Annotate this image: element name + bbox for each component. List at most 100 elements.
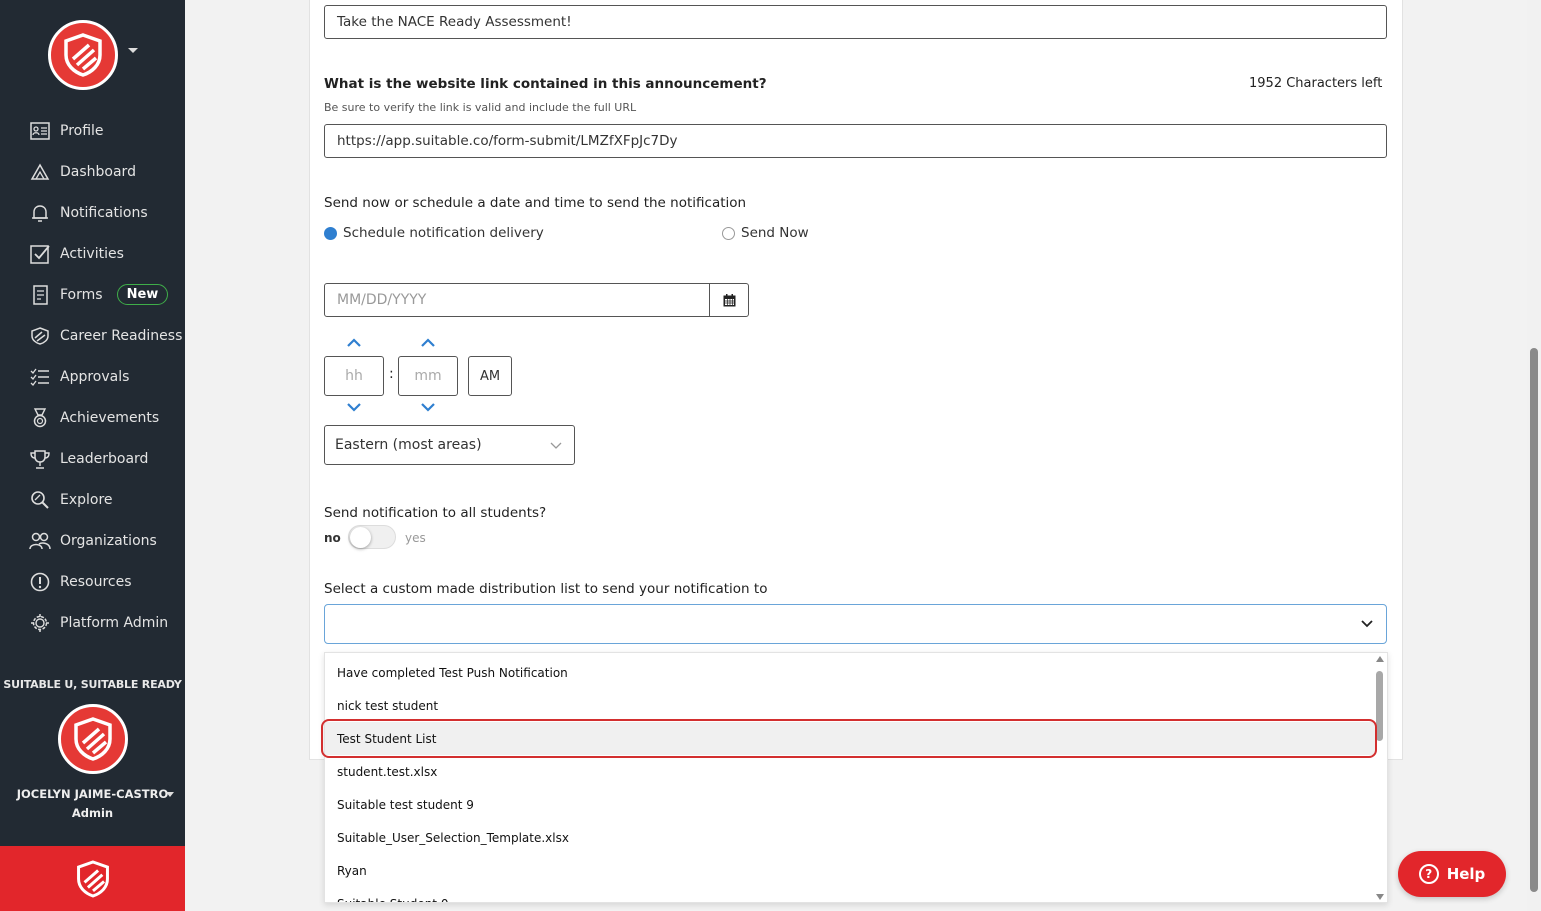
sidebar-item-leaderboard[interactable]: Leaderboard — [0, 438, 185, 479]
trophy-icon — [29, 448, 51, 470]
dropdown-scroll-thumb[interactable] — [1376, 671, 1383, 741]
timezone-select[interactable]: Eastern (most areas) — [324, 425, 575, 465]
toggle-no-label: no — [324, 531, 341, 545]
minute-decrement-chevron-down-icon[interactable] — [421, 402, 435, 412]
calendar-icon — [723, 293, 735, 306]
dropdown-option[interactable]: student.test.xlsx — [325, 755, 1375, 788]
sidebar-item-forms[interactable]: Forms New — [0, 274, 185, 315]
scroll-up-arrow-icon[interactable] — [1376, 656, 1384, 662]
date-picker: MM/DD/YYYY — [324, 283, 749, 317]
timezone-value: Eastern (most areas) — [335, 437, 482, 453]
app-logo[interactable] — [48, 20, 118, 90]
sidebar-item-label: Approvals — [60, 368, 130, 385]
checkbox-icon — [29, 243, 51, 265]
minute-increment-chevron-up-icon[interactable] — [421, 338, 435, 348]
dashboard-icon — [29, 161, 51, 183]
page-scroll-thumb[interactable] — [1530, 348, 1538, 892]
minute-input[interactable]: mm — [398, 356, 458, 396]
sidebar-item-label: Career Readiness — [60, 327, 183, 344]
dropdown-option[interactable]: Ryan — [325, 854, 1375, 887]
radio-unselected-icon — [722, 226, 735, 240]
dropdown-option-highlighted[interactable]: Test Student List — [325, 722, 1375, 755]
sidebar: Profile Dashboard Notifications Activiti… — [0, 0, 185, 911]
hour-input[interactable]: hh — [324, 356, 384, 396]
dropdown-option[interactable]: Have completed Test Push Notification — [325, 656, 1375, 689]
user-role: Admin — [71, 806, 114, 820]
page-scrollbar[interactable] — [1527, 0, 1541, 911]
dropdown-scrollbar[interactable] — [1373, 653, 1387, 902]
logo-menu-caret-icon[interactable] — [128, 48, 138, 53]
form-icon — [29, 284, 51, 306]
shield-icon — [29, 325, 51, 347]
radio-send-now[interactable]: Send Now — [722, 225, 809, 241]
link-question-label: What is the website link contained in th… — [324, 76, 767, 92]
profile-card-icon — [29, 120, 51, 142]
sidebar-item-platform-admin[interactable]: Platform Admin — [0, 602, 185, 643]
sidebar-item-career-readiness[interactable]: Career Readiness — [0, 315, 185, 356]
sidebar-item-dashboard[interactable]: Dashboard — [0, 151, 185, 192]
all-students-toggle[interactable] — [348, 525, 396, 549]
sidebar-item-label: Dashboard — [60, 163, 136, 180]
bell-icon — [29, 202, 51, 224]
organization-name: SUITABLE U, SUITABLE READY — [3, 678, 182, 691]
shield-logo-icon — [64, 33, 102, 77]
help-button[interactable]: ? Help — [1398, 851, 1506, 897]
sidebar-item-activities[interactable]: Activities — [0, 233, 185, 274]
help-label: Help — [1446, 865, 1486, 883]
shield-logo-icon — [74, 717, 112, 761]
sidebar-item-label: Explore — [60, 491, 113, 508]
distribution-list-select[interactable] — [324, 604, 1387, 644]
dropdown-option[interactable]: Suitable Student 0 — [325, 887, 1375, 903]
sidebar-item-label: Platform Admin — [60, 614, 169, 631]
sidebar-nav: Profile Dashboard Notifications Activiti… — [0, 110, 185, 643]
radio-schedule-label: Schedule notification delivery — [343, 225, 544, 241]
radio-selected-icon — [324, 226, 337, 240]
radio-send-now-label: Send Now — [741, 225, 809, 241]
hour-decrement-chevron-down-icon[interactable] — [347, 402, 361, 412]
shield-logo-icon — [76, 859, 109, 898]
scroll-down-arrow-icon[interactable] — [1376, 894, 1384, 900]
sidebar-item-notifications[interactable]: Notifications — [0, 192, 185, 233]
sidebar-item-label: Resources — [60, 573, 132, 590]
sidebar-item-explore[interactable]: Explore — [0, 479, 185, 520]
sidebar-item-organizations[interactable]: Organizations — [0, 520, 185, 561]
sidebar-item-label: Profile — [60, 122, 104, 139]
hour-increment-chevron-up-icon[interactable] — [347, 338, 361, 348]
dropdown-option[interactable]: Suitable_User_Selection_Template.xlsx — [325, 821, 1375, 854]
user-name[interactable]: JOCELYN JAIME-CASTRO — [0, 787, 185, 801]
question-mark-icon: ? — [1418, 864, 1439, 884]
characters-left-counter: 1952 Characters left — [1249, 76, 1383, 91]
toggle-yes-label: yes — [405, 531, 426, 545]
ampm-toggle-button[interactable]: AM — [468, 356, 512, 396]
announcement-title-input[interactable]: Take the NACE Ready Assessment! — [324, 5, 1387, 39]
sidebar-item-approvals[interactable]: Approvals — [0, 356, 185, 397]
sidebar-item-label: Notifications — [60, 204, 148, 221]
sidebar-item-resources[interactable]: Resources — [0, 561, 185, 602]
calendar-button[interactable] — [709, 284, 748, 316]
distribution-list-dropdown: Have completed Test Push Notification ni… — [324, 652, 1388, 903]
organization-avatar[interactable] — [58, 704, 128, 774]
dropdown-option[interactable]: Suitable test student 9 — [325, 788, 1375, 821]
all-students-label: Send notification to all students? — [324, 505, 547, 521]
schedule-label: Send now or schedule a date and time to … — [324, 195, 747, 211]
sidebar-item-label: Organizations — [60, 532, 157, 549]
magnifier-icon — [29, 489, 51, 511]
new-badge: New — [116, 284, 169, 305]
chevron-down-icon — [550, 442, 562, 449]
sidebar-item-label: Achievements — [60, 409, 160, 426]
radio-schedule-delivery[interactable]: Schedule notification delivery — [324, 225, 544, 241]
sidebar-item-label: Forms — [60, 286, 103, 303]
user-menu-caret-icon[interactable] — [166, 792, 174, 797]
sidebar-footer-logo[interactable] — [0, 846, 185, 911]
info-circle-icon — [29, 571, 51, 593]
date-input[interactable]: MM/DD/YYYY — [325, 284, 709, 316]
sidebar-item-achievements[interactable]: Achievements — [0, 397, 185, 438]
chevron-down-icon — [1361, 620, 1373, 628]
website-link-input[interactable]: https://app.suitable.co/form-submit/LMZf… — [324, 124, 1387, 158]
sidebar-item-profile[interactable]: Profile — [0, 110, 185, 151]
sidebar-item-label: Leaderboard — [60, 450, 149, 467]
toggle-knob — [350, 527, 371, 548]
dropdown-option[interactable]: nick test student — [325, 689, 1375, 722]
gear-icon — [29, 612, 51, 634]
people-icon — [29, 530, 51, 552]
